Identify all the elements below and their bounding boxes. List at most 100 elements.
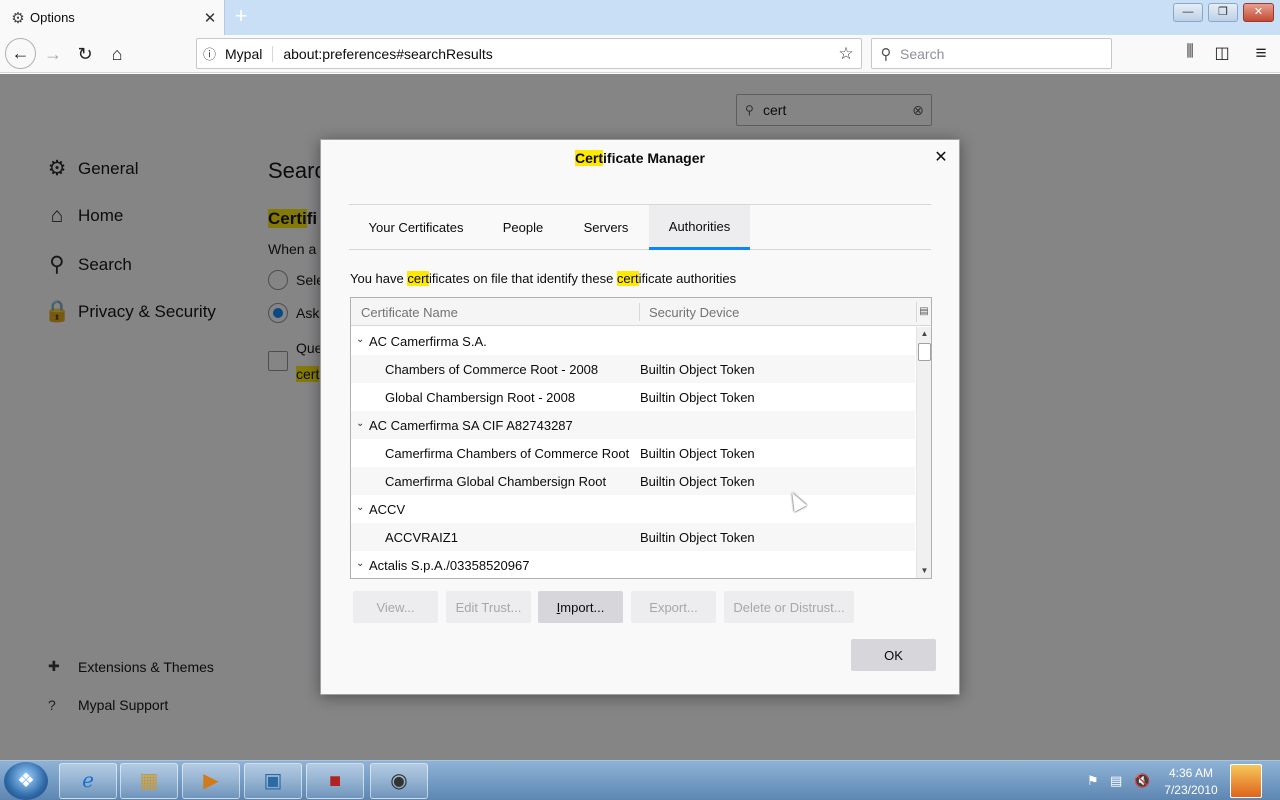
- action-center-flag-icon[interactable]: ⚑: [1087, 773, 1099, 789]
- taskbar-internet-explorer[interactable]: ℯ: [59, 763, 117, 799]
- search-placeholder: Search: [900, 45, 945, 62]
- library-icon[interactable]: ⫼: [1179, 43, 1201, 65]
- view-button[interactable]: View...: [353, 591, 438, 623]
- column-picker-icon[interactable]: ▤: [916, 302, 931, 322]
- cert-device: Builtin Object Token: [640, 446, 755, 461]
- column-security-device[interactable]: Security Device: [649, 305, 739, 320]
- desc-text: ificates on file that identify these: [429, 271, 617, 286]
- home-button[interactable]: ⌂: [102, 39, 132, 69]
- url-text[interactable]: about:preferences#searchResults: [283, 46, 831, 62]
- tree-row-group[interactable]: ⌄ AC Camerfirma SA CIF A82743287: [351, 411, 915, 439]
- cert-name: Global Chambersign Root - 2008: [385, 390, 576, 405]
- import-button[interactable]: Import...: [538, 591, 623, 623]
- folder-icon: ▦: [139, 770, 159, 792]
- arrow-left-icon: ←: [11, 43, 30, 63]
- column-certificate-name[interactable]: Certificate Name: [361, 305, 458, 320]
- reload-icon: ↻: [77, 43, 93, 64]
- tab-authorities[interactable]: Authorities: [649, 205, 750, 250]
- taskbar: ❖ ℯ ▦ ▶ ▣ ■ ◉ ⚑ ▤ 🔇 4:36 AM 7/23/2010: [0, 760, 1280, 800]
- maximize-button[interactable]: ❐: [1208, 3, 1238, 22]
- back-button[interactable]: ←: [5, 38, 36, 69]
- tree-row-group[interactable]: ⌄ ACCV: [351, 495, 915, 523]
- hamburger-menu-icon[interactable]: ≡: [1250, 43, 1272, 65]
- sidebar-icon[interactable]: ◫: [1211, 43, 1233, 65]
- tab-title: Options: [30, 10, 75, 25]
- scroll-up-arrow-icon[interactable]: ▲: [917, 327, 931, 341]
- import-label-rest: mport...: [560, 599, 605, 615]
- preferences-page: ⚲ cert ⊗ ⚙ General ⌂ Home ⚲ Search 🔒 Pri…: [0, 74, 1280, 760]
- reload-button[interactable]: ↻: [70, 39, 100, 69]
- scroll-down-arrow-icon[interactable]: ▼: [917, 564, 931, 578]
- url-bar[interactable]: ⓘ Mypal about:preferences#searchResults …: [196, 38, 862, 69]
- tab-servers[interactable]: Servers: [565, 205, 647, 250]
- taskbar-media-player[interactable]: ▶: [182, 763, 240, 799]
- desc-text: ificate authorities: [638, 271, 737, 286]
- tree-row[interactable]: Camerfirma Global Chambersign Root Built…: [351, 467, 915, 495]
- cert-name: ACCVRAIZ1: [385, 530, 458, 545]
- export-button[interactable]: Export...: [631, 591, 716, 623]
- windows-logo-icon: ❖: [17, 770, 35, 792]
- dialog-description: You have certificates on file that ident…: [350, 271, 736, 286]
- cert-name: ACCV: [369, 502, 406, 517]
- identity-label[interactable]: Mypal: [225, 45, 274, 62]
- taskbar-file-explorer[interactable]: ▦: [120, 763, 178, 799]
- cert-name: Actalis S.p.A./03358520967: [369, 558, 530, 573]
- tab-options[interactable]: ⚙ Options ✕: [0, 0, 225, 35]
- clock-date[interactable]: 7/23/2010: [1160, 783, 1222, 797]
- forward-button[interactable]: →: [38, 39, 68, 69]
- taskbar-mypal[interactable]: ◉: [370, 763, 428, 799]
- chevron-down-icon[interactable]: ⌄: [356, 334, 368, 345]
- search-icon: ⚲: [880, 45, 892, 63]
- tab-people[interactable]: People: [483, 205, 563, 250]
- home-icon: ⌂: [111, 43, 123, 64]
- cert-name: Chambers of Commerce Root - 2008: [385, 362, 599, 377]
- cert-device: Builtin Object Token: [640, 530, 755, 545]
- tree-row[interactable]: Camerfirma Chambers of Commerce Root Bui…: [351, 439, 915, 467]
- user-avatar[interactable]: [1230, 764, 1262, 798]
- tree-row-group[interactable]: ⌄ Actalis S.p.A./03358520967: [351, 551, 915, 578]
- tree-rows: ⌄ AC Camerfirma S.A. Chambers of Commerc…: [351, 327, 915, 578]
- gear-icon: ⚙: [11, 9, 25, 27]
- highlight: cert: [407, 271, 430, 286]
- taskbar-toolbox[interactable]: ■: [306, 763, 364, 799]
- minimize-button[interactable]: —: [1173, 3, 1203, 22]
- close-window-button[interactable]: ✕: [1243, 3, 1274, 22]
- cert-device: Builtin Object Token: [640, 474, 755, 489]
- network-icon[interactable]: ▤: [1110, 773, 1122, 789]
- edit-trust-button[interactable]: Edit Trust...: [446, 591, 531, 623]
- tree-row[interactable]: Chambers of Commerce Root - 2008 Builtin…: [351, 355, 915, 383]
- column-divider[interactable]: [639, 303, 640, 321]
- delete-distrust-button[interactable]: Delete or Distrust...: [724, 591, 854, 623]
- chevron-down-icon[interactable]: ⌄: [356, 558, 368, 569]
- start-button[interactable]: ❖: [4, 762, 48, 800]
- nav-bar: ← → ↻ ⌂ ⓘ Mypal about:preferences#search…: [0, 35, 1280, 73]
- certificate-tree[interactable]: Certificate Name Security Device ▤ ⌄ AC …: [350, 297, 932, 579]
- cert-device: Builtin Object Token: [640, 362, 755, 377]
- chevron-down-icon[interactable]: ⌄: [356, 418, 368, 429]
- raccoon-icon: ◉: [390, 770, 408, 792]
- tree-scrollbar[interactable]: ▲ ▼: [916, 327, 931, 578]
- title-rest: ificate Manager: [603, 150, 705, 166]
- close-tab-icon[interactable]: ✕: [196, 9, 224, 27]
- bookmark-star-icon[interactable]: ☆: [831, 44, 861, 64]
- close-icon[interactable]: ✕: [931, 148, 951, 168]
- volume-muted-icon[interactable]: 🔇: [1134, 773, 1150, 789]
- tree-row[interactable]: ACCVRAIZ1 Builtin Object Token: [351, 523, 915, 551]
- chevron-down-icon[interactable]: ⌄: [356, 502, 368, 513]
- clock-time[interactable]: 4:36 AM: [1160, 766, 1222, 780]
- new-tab-button[interactable]: +: [229, 4, 253, 28]
- cert-name: Camerfirma Global Chambersign Root: [385, 474, 607, 489]
- search-bar[interactable]: ⚲ Search: [871, 38, 1112, 69]
- ok-button[interactable]: OK: [851, 639, 936, 671]
- tree-row-group[interactable]: ⌄ AC Camerfirma S.A.: [351, 327, 915, 355]
- scroll-thumb[interactable]: [918, 343, 931, 361]
- info-icon[interactable]: ⓘ: [203, 44, 225, 63]
- control-panel-icon: ▣: [263, 770, 283, 792]
- tab-your-certificates[interactable]: Your Certificates: [349, 205, 483, 250]
- tree-row[interactable]: Global Chambersign Root - 2008 Builtin O…: [351, 383, 915, 411]
- cert-name: AC Camerfirma SA CIF A82743287: [369, 418, 573, 433]
- taskbar-control-panel[interactable]: ▣: [244, 763, 302, 799]
- certificate-manager-dialog: Cert ificate Manager ✕ Your Certificates …: [320, 139, 960, 695]
- media-player-icon: ▶: [203, 770, 219, 792]
- toolbox-icon: ■: [328, 770, 342, 792]
